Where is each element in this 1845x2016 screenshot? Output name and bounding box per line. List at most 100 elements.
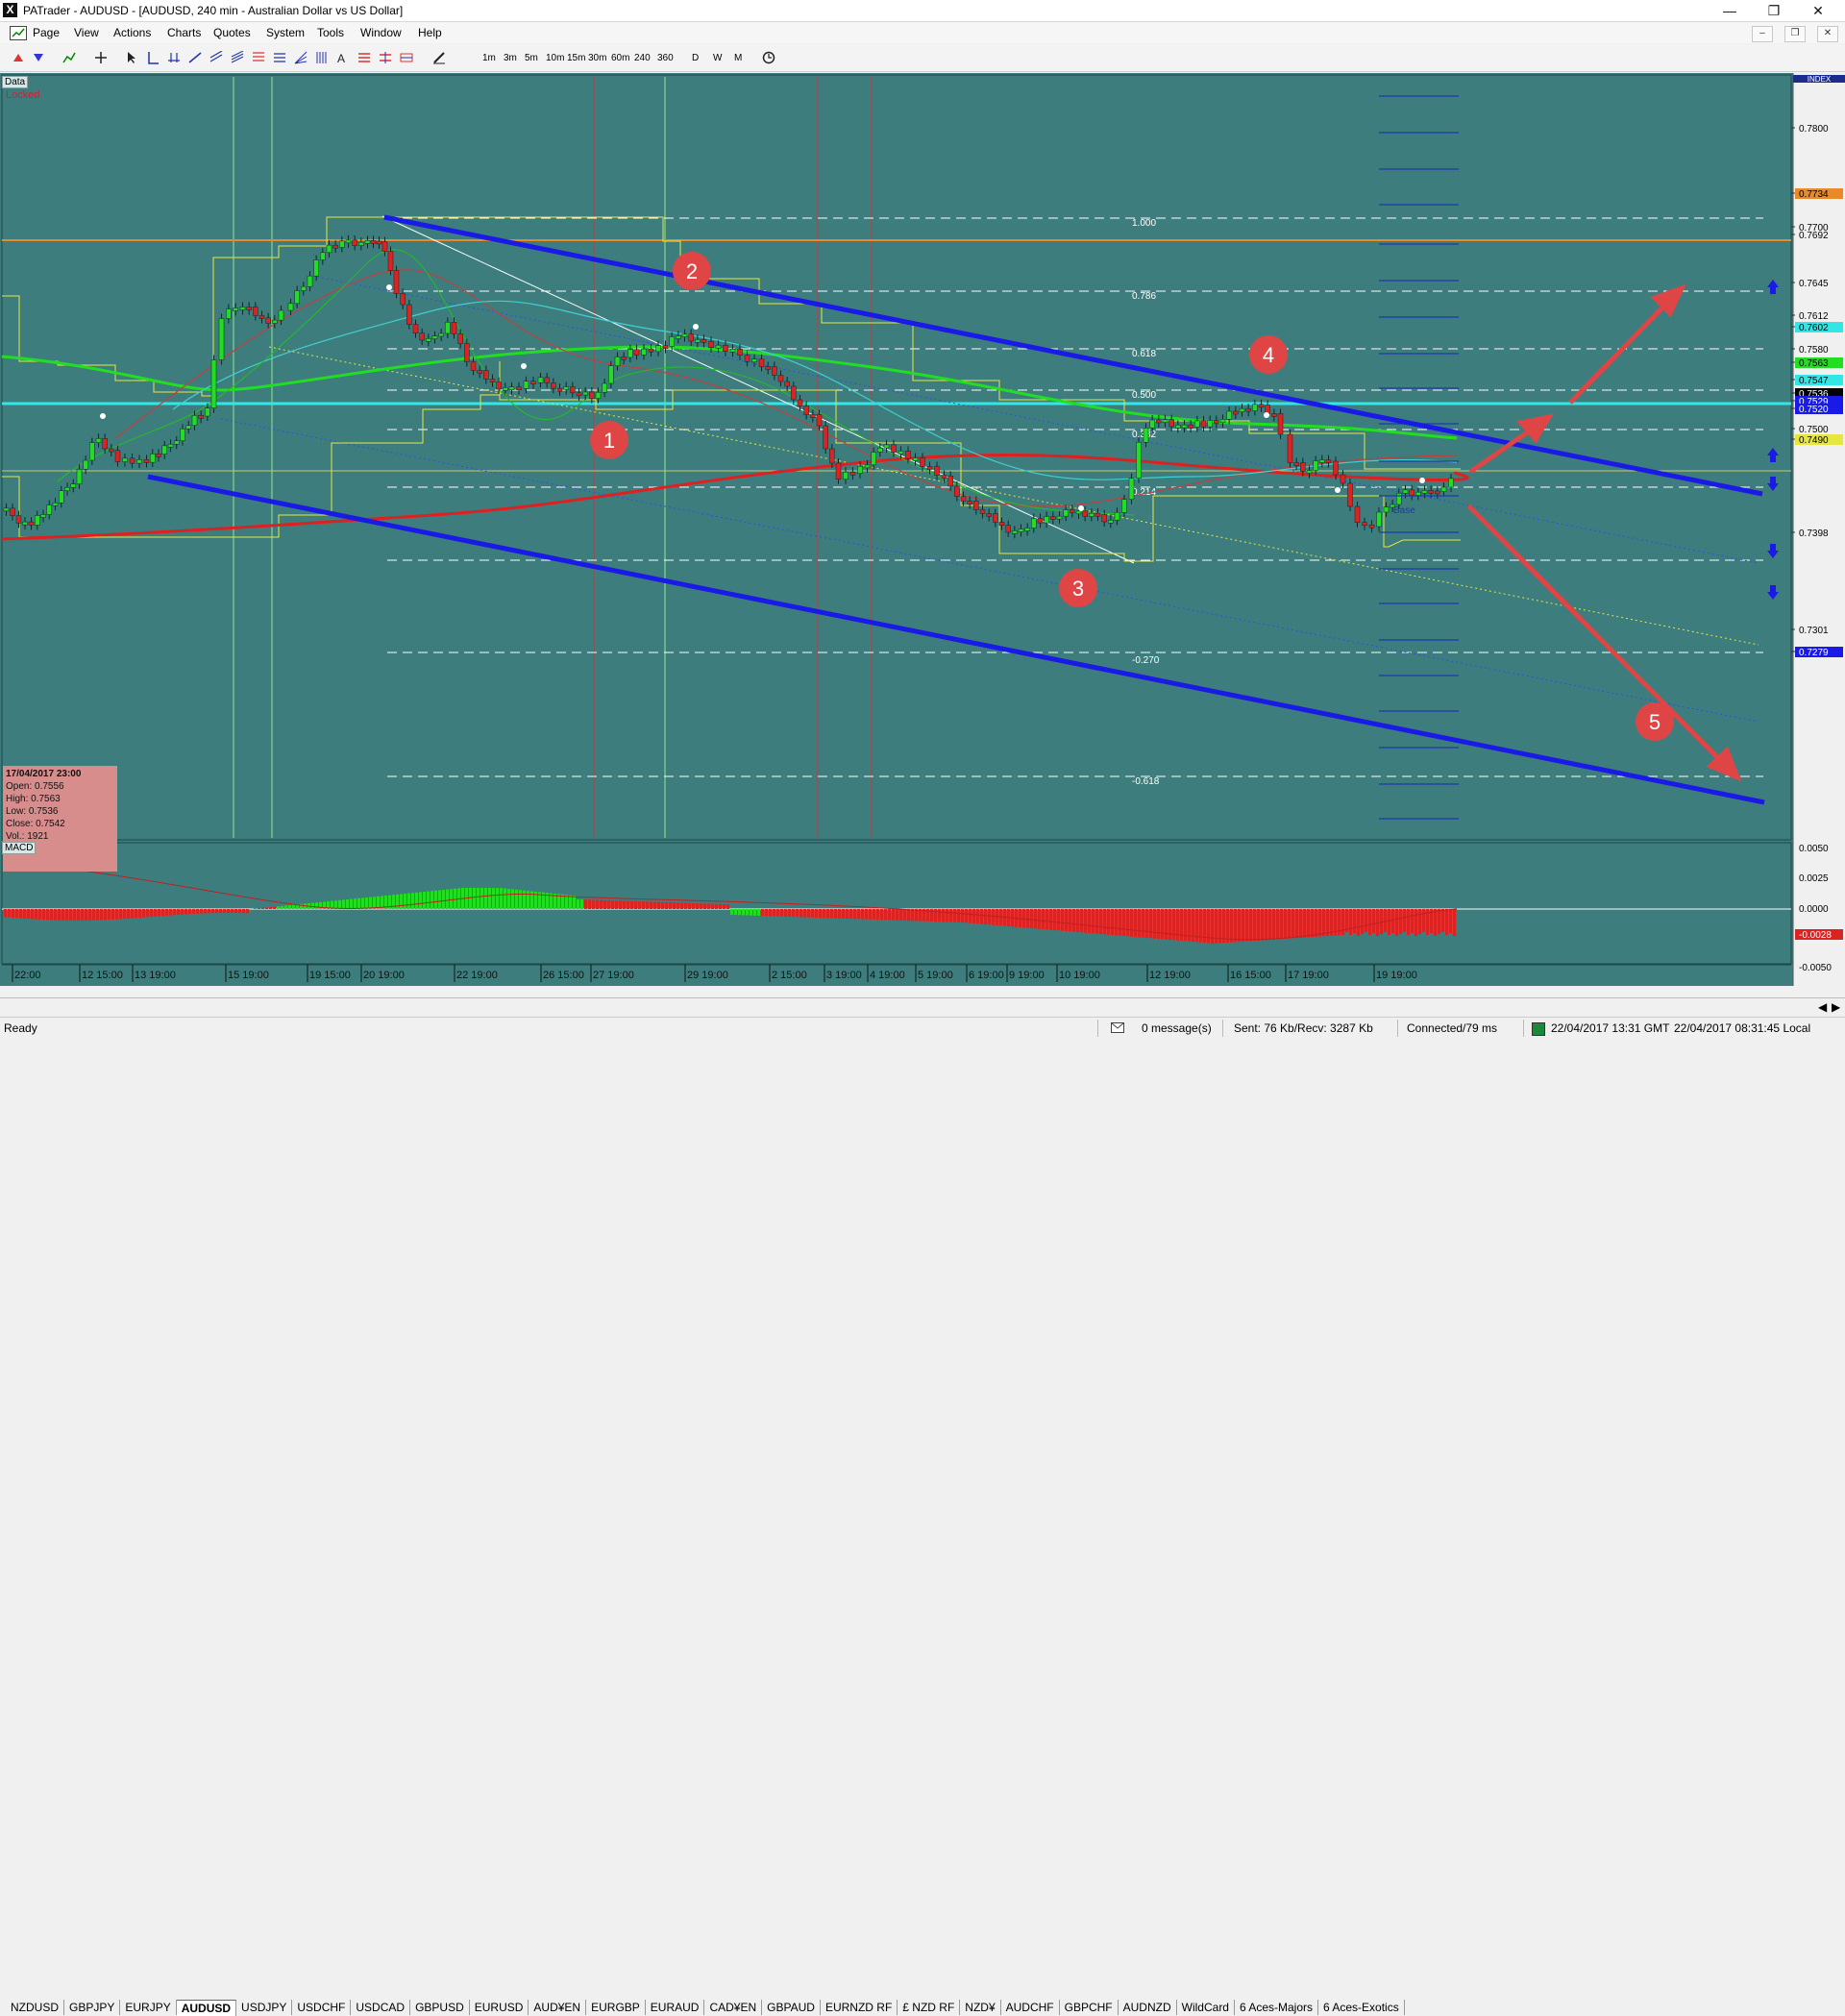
symbol-tab-nzd-[interactable]: NZD¥: [960, 2000, 1000, 2015]
macd-bar: [1326, 909, 1329, 936]
crosshair-icon[interactable]: [94, 51, 108, 64]
sell-icon[interactable]: [32, 51, 45, 64]
symbol-tab-audusd[interactable]: AUDUSD: [177, 2000, 236, 2016]
symbol-tab-gbpaud[interactable]: GBPAUD: [762, 2000, 821, 2015]
price-chart[interactable]: INDEX 1.000 0.786 0.618 0.500: [0, 73, 1845, 986]
tf-3m[interactable]: 3m: [504, 53, 517, 63]
symbol-tab-6-aces-exotics[interactable]: 6 Aces-Exotics: [1318, 2000, 1405, 2015]
tf-15m[interactable]: 15m: [567, 53, 585, 63]
clock-icon[interactable]: [762, 51, 775, 64]
fib-label: 0.786: [1132, 291, 1156, 302]
macd-bar: [196, 909, 199, 914]
candle: [199, 415, 204, 418]
vertical-line-icon[interactable]: [146, 51, 160, 64]
tf-1m[interactable]: 1m: [482, 53, 496, 63]
fib-channel-icon[interactable]: [231, 51, 244, 64]
candle: [109, 449, 113, 452]
macd-bar: [346, 899, 349, 909]
macd-bar: [1130, 909, 1133, 937]
tf-daily[interactable]: D: [692, 53, 699, 63]
trend-line-icon[interactable]: [188, 51, 202, 64]
mdi-minimize-button[interactable]: –: [1752, 26, 1773, 42]
minimize-button[interactable]: —: [1708, 0, 1752, 21]
chart-area[interactable]: INDEX 1.000 0.786 0.618 0.500: [0, 73, 1845, 986]
page-icon[interactable]: [10, 26, 27, 40]
candle: [1271, 414, 1276, 417]
symbol-tab-6-aces-majors[interactable]: 6 Aces-Majors: [1235, 2000, 1318, 2015]
tf-monthly[interactable]: M: [734, 53, 742, 63]
symbol-tab-audnzd[interactable]: AUDNZD: [1119, 2000, 1177, 2015]
price-zones-icon[interactable]: [357, 51, 371, 64]
channel-icon[interactable]: [209, 51, 223, 64]
symbol-tab--nzd-rf[interactable]: £ NZD RF: [898, 2000, 960, 2015]
menu-tools[interactable]: Tools: [317, 26, 344, 39]
candle: [921, 458, 925, 467]
symbol-tab-cad-en[interactable]: CAD¥EN: [704, 2000, 762, 2015]
candle: [829, 449, 834, 463]
tf-10m[interactable]: 10m: [546, 53, 564, 63]
symbol-tab-audchf[interactable]: AUDCHF: [1001, 2000, 1060, 2015]
menu-window[interactable]: Window: [360, 26, 402, 39]
macd-bar: [273, 907, 276, 909]
candle: [545, 378, 550, 383]
mail-icon[interactable]: [1111, 1022, 1124, 1033]
symbol-tab-usdcad[interactable]: USDCAD: [351, 2000, 410, 2015]
tf-240[interactable]: 240: [634, 53, 651, 63]
cursor-icon[interactable]: [125, 51, 138, 64]
macd-bar: [50, 909, 53, 920]
macd-bar: [1395, 909, 1398, 936]
cycle-lines-icon[interactable]: [315, 51, 329, 64]
menu-view[interactable]: View: [74, 26, 99, 39]
buy-icon[interactable]: [12, 51, 25, 64]
mdi-close-button[interactable]: ✕: [1817, 26, 1838, 42]
close-button[interactable]: ✕: [1796, 0, 1840, 21]
menu-help[interactable]: Help: [418, 26, 442, 39]
zone-icon[interactable]: [400, 51, 413, 64]
macd-bar: [907, 909, 910, 921]
symbol-tab-eurgbp[interactable]: EURGBP: [586, 2000, 646, 2015]
symbol-tabs: NZDUSDGBPJPYEURJPYAUDUSDUSDJPYUSDCHFUSDC…: [6, 1000, 1405, 1017]
symbol-tab-nzdusd[interactable]: NZDUSD: [6, 2000, 64, 2015]
restore-button[interactable]: ❐: [1752, 0, 1796, 21]
symbol-tab-wildcard[interactable]: WildCard: [1177, 2000, 1235, 2015]
symbol-tab-euraud[interactable]: EURAUD: [646, 2000, 705, 2015]
symbol-tab-gbpjpy[interactable]: GBPJPY: [64, 2000, 120, 2015]
tf-30m[interactable]: 30m: [588, 53, 606, 63]
tf-60m[interactable]: 60m: [611, 53, 629, 63]
symbol-tab-eurusd[interactable]: EURUSD: [470, 2000, 529, 2015]
symbol-tab-gbpchf[interactable]: GBPCHF: [1060, 2000, 1119, 2015]
macd-bar: [1218, 909, 1221, 943]
candle: [1403, 490, 1408, 494]
symbol-tab-usdchf[interactable]: USDCHF: [292, 2000, 351, 2015]
menu-quotes[interactable]: Quotes: [213, 26, 251, 39]
tabs-scroll-right-icon[interactable]: ▶: [1832, 1000, 1840, 1014]
symbol-tab-eurjpy[interactable]: EURJPY: [120, 2000, 176, 2015]
symbol-tab-usdjpy[interactable]: USDJPY: [236, 2000, 292, 2015]
status-messages[interactable]: 0 message(s): [1142, 1021, 1212, 1035]
tf-5m[interactable]: 5m: [525, 53, 538, 63]
tf-weekly[interactable]: W: [713, 53, 722, 63]
tabs-scroll-left-icon[interactable]: ◀: [1818, 1000, 1827, 1014]
menu-actions[interactable]: Actions: [113, 26, 151, 39]
symbol-tab-gbpusd[interactable]: GBPUSD: [410, 2000, 470, 2015]
fan-icon[interactable]: [294, 51, 308, 64]
symbol-tab-aud-en[interactable]: AUD¥EN: [529, 2000, 586, 2015]
mdi-restore-button[interactable]: ❐: [1784, 26, 1806, 42]
fib-extension-icon[interactable]: [273, 51, 286, 64]
text-icon[interactable]: A: [336, 51, 350, 64]
pencil-icon[interactable]: [432, 51, 446, 64]
menu-system[interactable]: System: [266, 26, 305, 39]
alert-lines-icon[interactable]: [379, 51, 392, 64]
candle: [670, 337, 675, 347]
menu-page[interactable]: Page: [33, 26, 60, 39]
line-chart-icon[interactable]: [62, 51, 76, 64]
status-connection: Connected/79 ms: [1407, 1021, 1497, 1035]
tf-360[interactable]: 360: [657, 53, 674, 63]
candle: [987, 514, 992, 517]
candle: [314, 260, 319, 277]
horizontal-line-icon[interactable]: [167, 51, 181, 64]
fib-retracement-icon[interactable]: [252, 51, 265, 64]
symbol-tab-eurnzd-rf[interactable]: EURNZD RF: [821, 2000, 898, 2015]
menu-charts[interactable]: Charts: [167, 26, 201, 39]
macd-bar: [873, 909, 875, 920]
